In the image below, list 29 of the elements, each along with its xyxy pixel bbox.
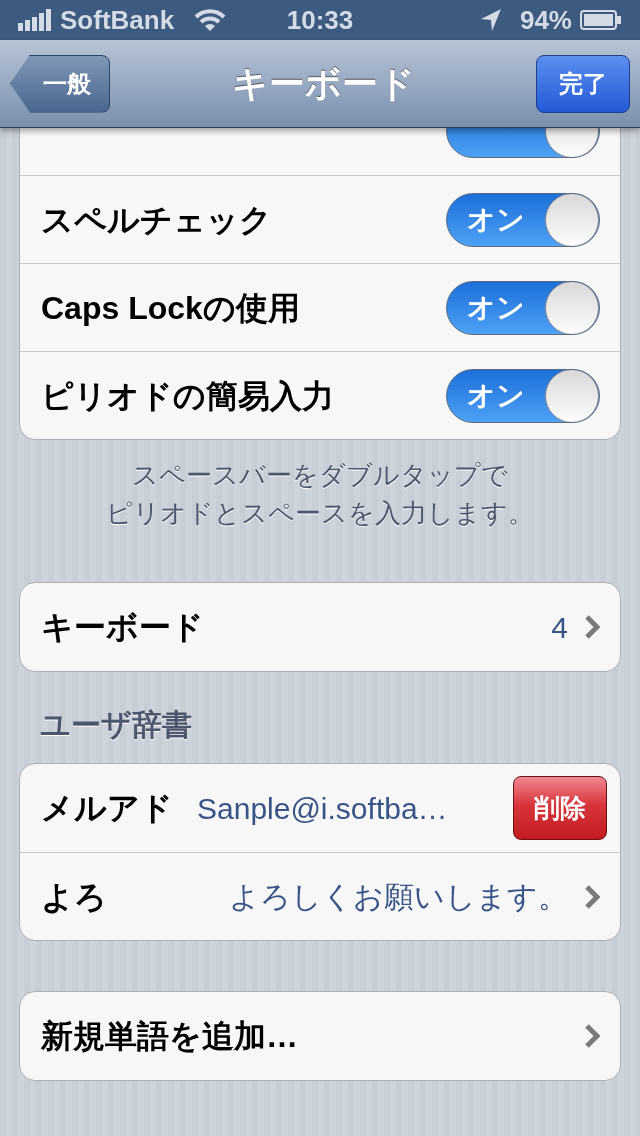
wifi-icon [194, 8, 227, 32]
row-label: メルアド [41, 789, 173, 828]
chevron-icon [584, 614, 600, 640]
section-header: ユーザ辞書 [40, 707, 193, 743]
row-label: よろ [41, 877, 107, 917]
row-value: 4 [551, 609, 568, 646]
battery-icon [580, 9, 622, 31]
row-value: Sanple@i.softba… [197, 790, 449, 827]
chevron-icon [584, 883, 600, 910]
signal-icon [18, 9, 52, 31]
done-button[interactable]: 完了 [536, 54, 630, 113]
row-label: スペルチェック [41, 200, 272, 240]
toggle-switch[interactable]: オン [446, 368, 600, 423]
toggle-switch[interactable]: オン [446, 280, 600, 335]
battery-percentage: 94% [519, 3, 572, 37]
chevron-icon [584, 1023, 600, 1049]
row-value: よろしくお願いします。 [229, 879, 568, 915]
row-label: 新規単語を追加… [41, 1017, 298, 1056]
carrier-name: SoftBank [60, 3, 175, 37]
row-label: ピリオドの簡易入力 [41, 376, 334, 416]
row-label: キーボード [41, 608, 204, 647]
location-arrow-icon [479, 8, 502, 32]
delete-button[interactable]: 削除 [513, 776, 607, 840]
toggle-switch[interactable]: オン [446, 192, 600, 247]
clock: 10:33 [286, 3, 354, 37]
row-label: Caps Lockの使用 [41, 288, 300, 328]
back-button[interactable]: 一般 [10, 54, 110, 113]
navigation-title: キーボード [231, 61, 415, 106]
footer-text: スペースバーをダブルタップで ピリオドとスペースを入力します。 [105, 459, 535, 530]
